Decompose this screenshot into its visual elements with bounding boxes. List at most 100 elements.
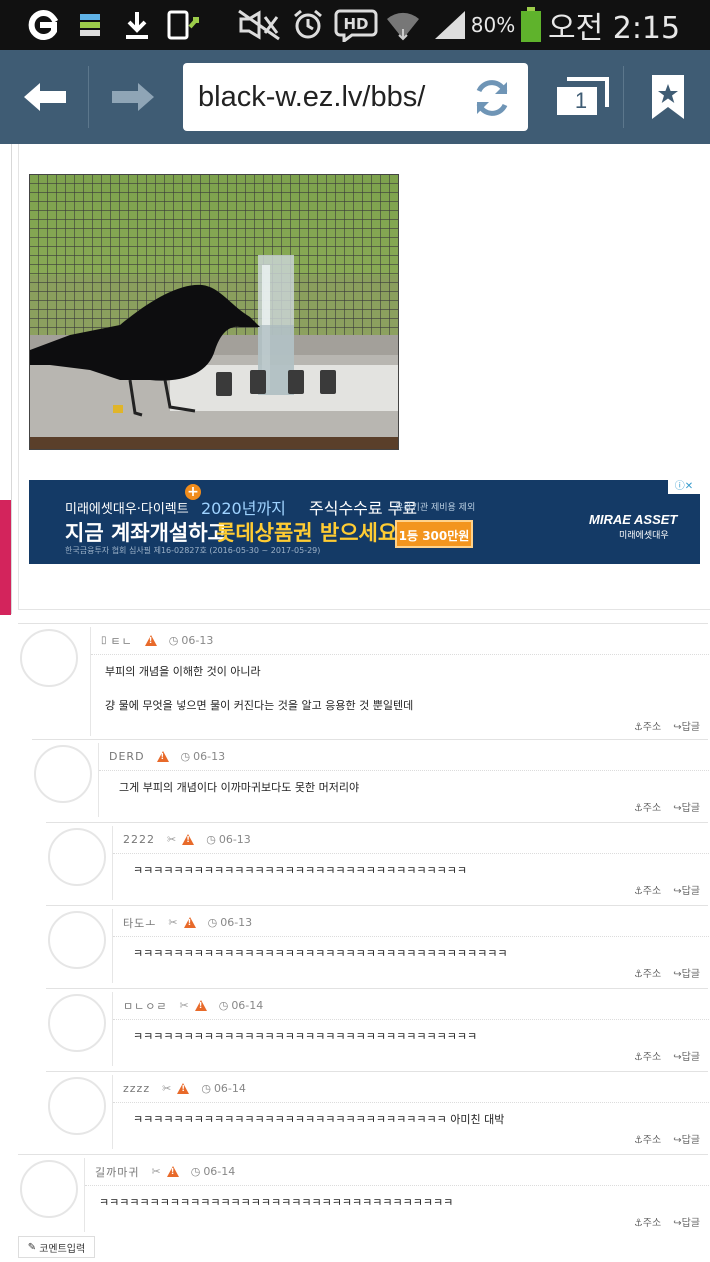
tabs-button[interactable]: 1 bbox=[550, 50, 614, 144]
report-warning-icon[interactable] bbox=[144, 635, 157, 646]
comment-nickname[interactable]: ㅁㄴㅇㄹ bbox=[123, 998, 167, 1014]
comment-actions: ⚓주소 ↪답글 bbox=[634, 1131, 700, 1146]
comment-item: ㅁㄴㅇㄹ ✂ ◷06-14 ㅋㅋㅋㅋㅋㅋㅋㅋㅋㅋㅋㅋㅋㅋㅋㅋㅋㅋㅋㅋㅋㅋㅋㅋㅋㅋㅋㅋㅋ… bbox=[0, 988, 710, 1070]
address-link[interactable]: ⚓주소 bbox=[634, 882, 661, 897]
comment-body: 길까마귀 ✂ ◷06-14 ㅋㅋㅋㅋㅋㅋㅋㅋㅋㅋㅋㅋㅋㅋㅋㅋㅋㅋㅋㅋㅋㅋㅋㅋㅋㅋㅋㅋㅋ… bbox=[84, 1158, 709, 1232]
comment-separator bbox=[32, 739, 708, 740]
comment-header: 길까마귀 ✂ ◷06-14 bbox=[85, 1158, 709, 1186]
comment-separator bbox=[46, 822, 708, 823]
avatar[interactable] bbox=[48, 1077, 106, 1135]
comment-body: zzzz ✂ ◷06-14 ㅋㅋㅋㅋㅋㅋㅋㅋㅋㅋㅋㅋㅋㅋㅋㅋㅋㅋㅋㅋㅋㅋㅋㅋㅋㅋㅋㅋㅋ… bbox=[112, 1075, 709, 1149]
address-bar[interactable]: black-w.ez.lv/bbs/ bbox=[183, 63, 528, 131]
scissors-icon[interactable]: ✂ bbox=[179, 999, 188, 1012]
comment-nickname[interactable]: ㅌㄴ bbox=[111, 633, 133, 649]
report-warning-icon[interactable] bbox=[156, 751, 169, 762]
wifi-icon bbox=[384, 0, 422, 50]
anchor-icon: ⚓ bbox=[633, 1052, 643, 1063]
reply-label: 답글 bbox=[681, 1135, 700, 1146]
ad-prize-badge: 1등 300만원 bbox=[395, 520, 473, 548]
anchor-icon: ⚓ bbox=[633, 803, 643, 814]
comment-actions: ⚓주소 ↪답글 bbox=[634, 799, 700, 814]
address-link[interactable]: ⚓주소 bbox=[634, 1131, 661, 1146]
reply-label: 답글 bbox=[681, 803, 700, 814]
comment-input-button[interactable]: ✎ 코멘트입력 bbox=[18, 1236, 95, 1258]
comment-text: 부피의 개념을 이해한 것이 아니라 bbox=[105, 665, 261, 678]
reply-link[interactable]: ↪답글 bbox=[673, 718, 700, 733]
address-label: 주소 bbox=[642, 1135, 662, 1146]
alarm-icon bbox=[290, 0, 326, 50]
report-warning-icon[interactable] bbox=[182, 834, 195, 845]
reload-icon[interactable] bbox=[471, 77, 513, 123]
comment-separator bbox=[46, 905, 708, 906]
clock-icon: ◷ bbox=[180, 750, 191, 763]
avatar[interactable] bbox=[48, 828, 106, 886]
hd-icon: HD bbox=[333, 0, 379, 50]
clock-icon: ◷ bbox=[218, 999, 229, 1012]
reply-arrow-icon: ↪ bbox=[673, 1135, 682, 1146]
comment-body: DERD ◷06-13 그게 부피의 개념이다 이까마귀보다도 못한 머저리야 ⚓주소… bbox=[98, 743, 709, 817]
avatar[interactable] bbox=[48, 911, 106, 969]
comment-text: ㅋㅋㅋㅋㅋㅋㅋㅋㅋㅋㅋㅋㅋㅋㅋㅋㅋㅋㅋㅋㅋㅋㅋㅋㅋㅋㅋㅋㅋㅋㅋ 아미친 대박 bbox=[133, 1113, 505, 1126]
clock-icon: ◷ bbox=[207, 916, 218, 929]
comment-separator bbox=[18, 1154, 708, 1155]
comment-body: 타도ㅗ ✂ ◷06-13 ㅋㅋㅋㅋㅋㅋㅋㅋㅋㅋㅋㅋㅋㅋㅋㅋㅋㅋㅋㅋㅋㅋㅋㅋㅋㅋㅋㅋㅋㅋ… bbox=[112, 909, 709, 983]
reply-link[interactable]: ↪답글 bbox=[673, 1214, 700, 1229]
avatar[interactable] bbox=[34, 745, 92, 803]
pencil-icon: ✎ bbox=[27, 1241, 37, 1253]
bookmark-button[interactable] bbox=[640, 50, 696, 144]
reply-link[interactable]: ↪답글 bbox=[673, 799, 700, 814]
comment-separator bbox=[46, 1071, 708, 1072]
reply-label: 답글 bbox=[681, 886, 700, 897]
address-link[interactable]: ⚓주소 bbox=[634, 965, 661, 980]
toolbar-divider bbox=[623, 66, 624, 128]
back-button[interactable] bbox=[10, 50, 80, 144]
ad-highlight-year: 2020년까지 bbox=[201, 499, 286, 518]
report-warning-icon[interactable] bbox=[183, 917, 196, 928]
reply-link[interactable]: ↪답글 bbox=[673, 882, 700, 897]
scissors-icon[interactable]: ✂ bbox=[168, 916, 177, 929]
address-label: 주소 bbox=[642, 1218, 662, 1229]
scissors-icon[interactable]: ✂ bbox=[167, 833, 176, 846]
report-warning-icon[interactable] bbox=[166, 1166, 179, 1177]
comment-body: 2222 ✂ ◷06-13 ㅋㅋㅋㅋㅋㅋㅋㅋㅋㅋㅋㅋㅋㅋㅋㅋㅋㅋㅋㅋㅋㅋㅋㅋㅋㅋㅋㅋㅋ… bbox=[112, 826, 709, 900]
comment-body: ㅁㄴㅇㄹ ✂ ◷06-14 ㅋㅋㅋㅋㅋㅋㅋㅋㅋㅋㅋㅋㅋㅋㅋㅋㅋㅋㅋㅋㅋㅋㅋㅋㅋㅋㅋㅋㅋ… bbox=[112, 992, 709, 1066]
comment-nickname[interactable]: 길까마귀 bbox=[95, 1164, 139, 1180]
address-label: 주소 bbox=[642, 803, 662, 814]
ad-info-icon[interactable]: ⓘ✕ bbox=[668, 480, 700, 494]
bars-icon bbox=[76, 0, 104, 50]
side-tab-marker[interactable] bbox=[0, 500, 11, 615]
address-link[interactable]: ⚓주소 bbox=[634, 1048, 661, 1063]
address-link[interactable]: ⚓주소 bbox=[634, 1214, 661, 1229]
comment-date: 06-14 bbox=[231, 999, 264, 1012]
toolbar-divider bbox=[88, 66, 89, 128]
comment-text: 걍 물에 무엇을 넣으면 물이 커진다는 것을 알고 응용한 것 뿐일텐데 bbox=[105, 699, 414, 712]
report-warning-icon[interactable] bbox=[194, 1000, 207, 1011]
download-icon bbox=[122, 0, 152, 50]
reply-link[interactable]: ↪답글 bbox=[673, 1131, 700, 1146]
comment-nickname[interactable]: zzzz bbox=[123, 1082, 150, 1095]
address-link[interactable]: ⚓주소 bbox=[634, 799, 661, 814]
anchor-icon: ⚓ bbox=[633, 722, 643, 733]
comment-text: 그게 부피의 개념이다 이까마귀보다도 못한 머저리야 bbox=[119, 781, 360, 794]
avatar[interactable] bbox=[48, 994, 106, 1052]
address-link[interactable]: ⚓주소 bbox=[634, 718, 661, 733]
comment-date: 06-14 bbox=[213, 1082, 246, 1095]
ad-note: 유관기관 제비용 제외 bbox=[395, 503, 476, 513]
comment-nickname[interactable]: DERD bbox=[109, 750, 145, 763]
ad-disclaimer: 한국금융투자 협회 심사필 제16-02827호 (2016-05-30 ~ 2… bbox=[65, 546, 321, 555]
forward-button[interactable] bbox=[98, 50, 168, 144]
avatar[interactable] bbox=[20, 1160, 78, 1218]
comment-text: ㅋㅋㅋㅋㅋㅋㅋㅋㅋㅋㅋㅋㅋㅋㅋㅋㅋㅋㅋㅋㅋㅋㅋㅋㅋㅋㅋㅋㅋㅋㅋㅋㅋㅋㅋ bbox=[99, 1196, 454, 1209]
comment-nickname[interactable]: 타도ㅗ bbox=[123, 915, 156, 931]
clock-icon: ◷ bbox=[206, 833, 216, 846]
comment-nickname[interactable]: 2222 bbox=[123, 833, 155, 846]
ad-banner[interactable]: + ⓘ✕ 미래에셋대우·다이렉트 2020년까지 주식수수료 무료 유관기관 제… bbox=[29, 480, 700, 564]
reply-arrow-icon: ↪ bbox=[673, 969, 682, 980]
scissors-icon[interactable]: ✂ bbox=[151, 1165, 160, 1178]
report-warning-icon[interactable] bbox=[177, 1083, 190, 1094]
reply-link[interactable]: ↪답글 bbox=[673, 1048, 700, 1063]
avatar[interactable] bbox=[20, 629, 78, 687]
comment-date: 06-13 bbox=[181, 634, 214, 647]
reply-link[interactable]: ↪답글 bbox=[673, 965, 700, 980]
scissors-icon[interactable]: ✂ bbox=[162, 1082, 171, 1095]
